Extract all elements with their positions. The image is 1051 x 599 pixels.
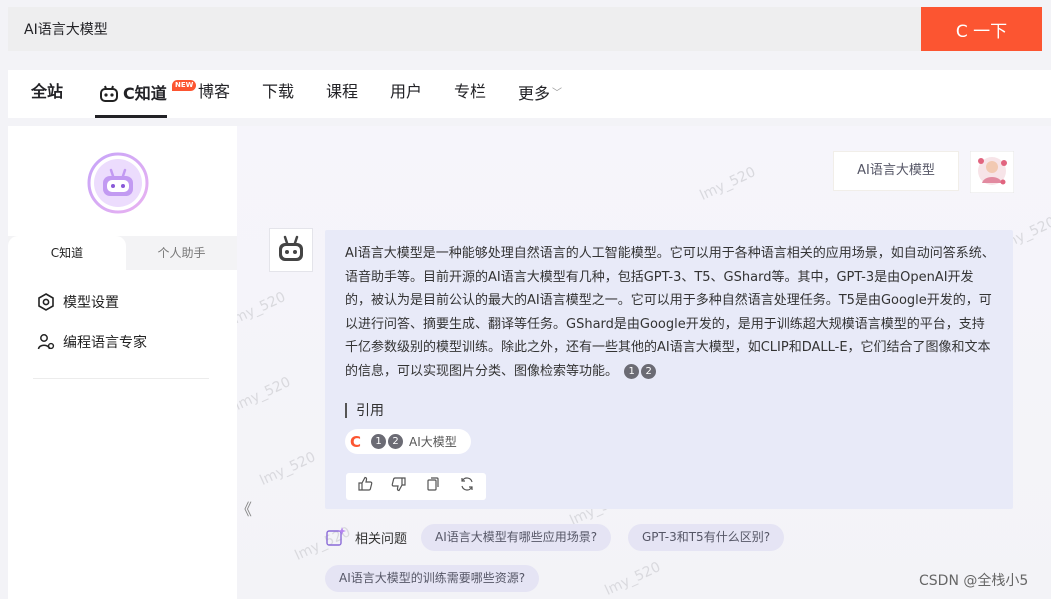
hexagon-settings-icon: [38, 293, 54, 311]
related-label-text: 相关问题: [355, 531, 408, 547]
divider: [33, 378, 209, 379]
bot-answer-card: AI语言大模型是一种能够处理自然语言的人工智能模型。它可以用于各种语言相关的应用…: [325, 230, 1013, 509]
collapse-sidebar-icon[interactable]: 《: [236, 496, 252, 520]
sidebar-item-programming-expert[interactable]: 编程语言专家: [37, 332, 147, 352]
related-question-chip[interactable]: AI语言大模型的训练需要哪些资源?: [325, 565, 540, 592]
csdn-logo-icon: C: [350, 432, 362, 451]
related-question-chip[interactable]: AI语言大模型有哪些应用场景?: [421, 524, 612, 551]
c-zhidao-logo-icon: [87, 152, 149, 214]
reference-number[interactable]: 2: [641, 363, 657, 379]
citation-label: AI大模型: [409, 435, 457, 449]
related-questions-label: 相关问题: [325, 526, 407, 548]
sidebar-item-label: 模型设置: [63, 295, 119, 311]
sidebar-item-label: 编程语言专家: [63, 335, 147, 351]
regenerate-icon[interactable]: [450, 475, 484, 499]
search-input[interactable]: [8, 7, 921, 51]
sparkle-question-icon: [326, 527, 346, 546]
new-badge: NEW: [172, 80, 197, 91]
sidebar-tab-c-zhidao[interactable]: C知道: [8, 236, 126, 270]
copy-icon[interactable]: [416, 475, 450, 499]
answer-actions: [346, 473, 486, 500]
citation-heading-label: 引用: [356, 403, 384, 419]
tab-user[interactable]: 用户: [390, 70, 422, 118]
sidebar: C知道 个人助手 模型设置 编程语言专家: [8, 126, 237, 599]
category-tabs: 全站 C知道 NEW 博客 下载 课程 用户 专栏 更多 ﹀: [8, 70, 1051, 118]
tab-c-zhidao[interactable]: C知道: [99, 70, 167, 118]
tab-more[interactable]: 更多 ﹀: [518, 70, 562, 118]
robot-icon: [100, 85, 118, 102]
sidebar-item-model-settings[interactable]: 模型设置: [37, 292, 119, 312]
sidebar-tab-personal-assistant[interactable]: 个人助手: [126, 236, 237, 270]
citation-heading: 引用: [345, 400, 384, 420]
watermark: lmy_520: [697, 164, 759, 204]
search-bar: C 一下: [8, 7, 1042, 51]
heading-bar: [345, 402, 347, 418]
watermark: lmy_520: [602, 559, 664, 599]
chat-panel: lmy_520 lmy_520 lmy_520 lmy_520 lmy_520 …: [8, 126, 1051, 599]
reference-number[interactable]: 1: [624, 363, 640, 379]
chevron-down-icon: ﹀: [552, 88, 563, 99]
related-question-chip[interactable]: GPT-3和T5有什么区别?: [628, 524, 785, 551]
user-question-bubble: AI语言大模型: [833, 151, 959, 191]
thumbs-down-icon[interactable]: [382, 475, 416, 499]
active-tab-underline: [95, 115, 167, 118]
watermark: lmy_520: [257, 449, 319, 489]
user-expert-icon: [37, 334, 55, 350]
bot-answer-text: AI语言大模型是一种能够处理自然语言的人工智能模型。它可以用于各种语言相关的应用…: [345, 242, 995, 383]
thumbs-up-icon[interactable]: [348, 475, 382, 499]
watermark: lmy_520: [232, 374, 294, 414]
tab-c-zhidao-label: C知道: [123, 84, 167, 103]
csdn-credit: CSDN @全栈小5: [919, 573, 1029, 589]
citation-chip[interactable]: C 1 2 AI大模型: [345, 429, 471, 454]
bot-avatar: [269, 228, 313, 272]
reference-number: 1: [371, 434, 387, 449]
tab-all[interactable]: 全站: [31, 70, 63, 118]
user-avatar[interactable]: [970, 151, 1014, 193]
answer-body: AI语言大模型是一种能够处理自然语言的人工智能模型。它可以用于各种语言相关的应用…: [345, 246, 995, 379]
tab-course[interactable]: 课程: [326, 70, 358, 118]
search-button[interactable]: C 一下: [921, 7, 1042, 51]
tab-more-label: 更多: [518, 84, 551, 103]
tab-column[interactable]: 专栏: [454, 70, 486, 118]
tab-blog[interactable]: 博客: [198, 70, 230, 118]
tab-download[interactable]: 下载: [262, 70, 294, 118]
reference-number: 2: [388, 434, 404, 449]
